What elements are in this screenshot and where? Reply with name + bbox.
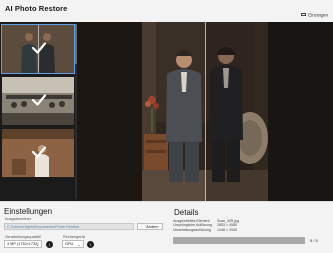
progress-bar <box>173 237 305 244</box>
comparison-divider[interactable] <box>205 22 207 201</box>
checkmark-icon <box>31 146 47 158</box>
details-panel: Details Ausgewähltes Element Ursprünglic… <box>167 201 333 253</box>
device-select[interactable]: GPU ⌄ <box>62 240 84 248</box>
device-info-button[interactable]: i <box>87 240 94 248</box>
checkmark-icon <box>31 94 47 106</box>
quality-label: Verarbeitungsqualität <box>5 235 41 239</box>
change-folder-button[interactable]: 🗀 Ändern <box>137 223 163 230</box>
thumbnail-list <box>0 22 77 201</box>
preview-photo[interactable] <box>142 22 268 201</box>
detail-key: Verarbeitungsauflösung <box>173 227 211 232</box>
quality-info-button[interactable]: i <box>46 240 53 248</box>
image-viewer <box>0 22 333 201</box>
thumbnail-item[interactable] <box>1 128 75 178</box>
chevron-down-icon: ⌄ <box>35 242 39 247</box>
minimize-view-label: Einzeigen <box>308 12 329 18</box>
detail-value: 1448 × 2000 <box>217 227 238 232</box>
device-select-value: GPU <box>65 242 74 246</box>
info-icon: i <box>49 241 50 247</box>
change-folder-label: Ändern <box>146 225 159 229</box>
chevron-down-icon: ⌄ <box>77 242 81 247</box>
detail-value: 2653 × 4080 <box>217 223 238 228</box>
quality-select-value: 3 MP (1732×1732) <box>7 242 39 246</box>
output-folder-label: Ausgabeordner <box>5 217 31 221</box>
output-folder-field[interactable]: C:\Users\Objekt\Documents\Photo Restore <box>4 223 134 230</box>
folder-icon: 🗀 <box>141 225 146 229</box>
settings-heading: Einstellungen <box>4 207 53 216</box>
toolbar: Einzeigen <box>0 11 333 22</box>
minimize-icon <box>301 13 306 17</box>
comparison-overlay <box>206 22 268 201</box>
thumbnail-item[interactable] <box>1 24 75 74</box>
progress-count: 5 / 5 <box>310 238 318 243</box>
viewer-background-left <box>77 22 142 201</box>
info-icon: i <box>90 241 91 247</box>
progress-fill <box>173 237 305 244</box>
details-keys: Ausgewähltes Element Ursprüngliche Auflö… <box>173 219 212 232</box>
detail-key: Ursprüngliche Auflösung <box>173 223 212 228</box>
viewer-background-right <box>268 22 333 201</box>
minimize-view-button[interactable]: Einzeigen <box>301 12 329 20</box>
thumbnail-item[interactable] <box>1 76 75 126</box>
details-heading: Details <box>174 208 199 217</box>
checkmark-icon <box>31 42 47 54</box>
settings-panel: Einstellungen Ausgabeordner C:\Users\Obj… <box>0 201 167 253</box>
device-label: Rechengerät <box>63 235 85 239</box>
quality-select[interactable]: 3 MP (1732×1732) ⌄ <box>4 240 42 248</box>
details-values: Scan_005.jpg 2653 × 4080 1448 × 2000 <box>217 219 239 232</box>
